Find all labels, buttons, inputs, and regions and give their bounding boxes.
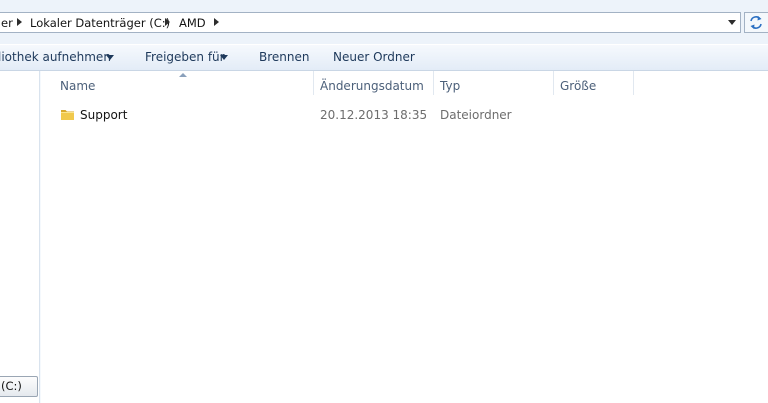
burn-button[interactable]: Brennen [259,50,309,64]
file-row[interactable]: Support 20.12.2013 18:35 Dateiordner [41,104,768,126]
file-name[interactable]: Support [80,108,127,122]
breadcrumb-separator-icon[interactable] [214,18,219,26]
refresh-button[interactable] [744,12,768,33]
new-folder-button[interactable]: Neuer Ordner [333,50,415,64]
column-date-modified[interactable]: Änderungsdatum [320,79,424,93]
address-history-dropdown-icon[interactable] [728,20,736,25]
column-type[interactable]: Typ [440,79,460,93]
folder-icon [61,110,74,120]
include-in-library-button[interactable]: liothek aufnehmen [0,50,111,64]
address-bar[interactable]: er Lokaler Datenträger (C:) AMD [0,12,741,33]
column-size[interactable]: Größe [560,79,596,93]
column-divider[interactable] [313,71,314,95]
nav-drive-item[interactable]: (C:) [0,376,38,397]
navigation-pane[interactable] [0,71,40,403]
column-divider[interactable] [433,71,434,95]
column-divider[interactable] [633,71,634,95]
breadcrumb-local-disk[interactable]: Lokaler Datenträger (C:) [30,16,170,30]
sort-ascending-icon [179,73,187,77]
command-bar: liothek aufnehmen Freigeben für Brennen … [0,44,768,71]
file-type: Dateiordner [440,108,512,122]
nav-drive-label: (C:) [1,379,22,393]
chevron-down-icon[interactable] [220,55,228,60]
file-list[interactable]: Name Änderungsdatum Typ Größe Support 20… [41,71,768,403]
breadcrumb-separator-icon[interactable] [165,18,170,26]
address-bar-area: er Lokaler Datenträger (C:) AMD [0,0,768,45]
breadcrumb-separator-icon[interactable] [17,18,22,26]
column-name[interactable]: Name [60,79,95,93]
refresh-icon [750,16,762,29]
file-date-modified: 20.12.2013 18:35 [320,108,428,122]
column-divider[interactable] [553,71,554,95]
breadcrumb-computer[interactable]: er [1,16,13,30]
chevron-down-icon[interactable] [106,55,114,60]
share-with-button[interactable]: Freigeben für [145,50,225,64]
breadcrumb-amd[interactable]: AMD [179,16,206,30]
column-header: Name Änderungsdatum Typ Größe [41,71,768,97]
